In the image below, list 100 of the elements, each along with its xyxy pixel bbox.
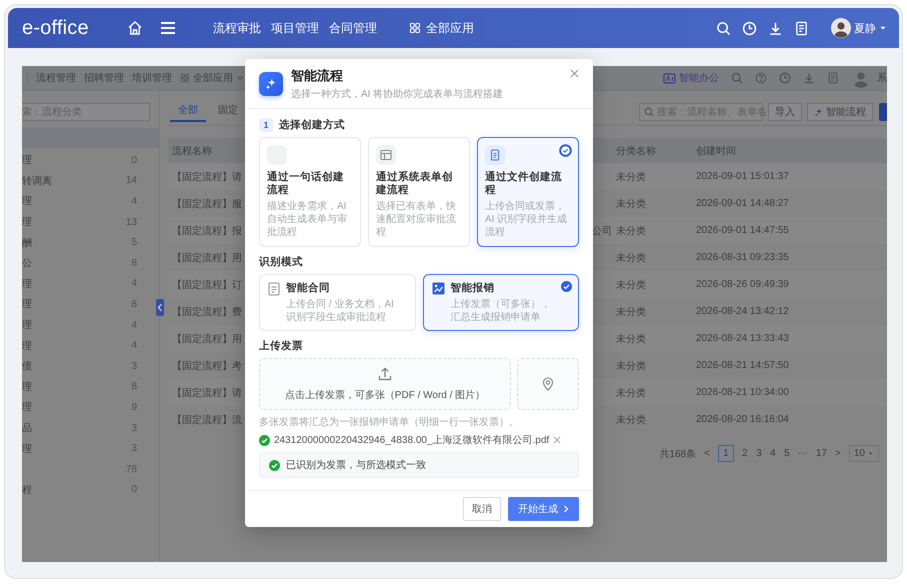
table-cell: 2026-08-20 16:16:04 xyxy=(696,414,789,425)
nav-item[interactable]: 项目管理 xyxy=(270,20,319,36)
caret-icon[interactable] xyxy=(879,24,887,32)
tab[interactable]: 固定 xyxy=(210,102,246,122)
upload-area[interactable]: 点击上传发票，可多张（PDF / Word / 图片） xyxy=(259,358,511,410)
column-header: 分类名称 xyxy=(616,146,656,156)
nav-item[interactable]: 招聘管理 xyxy=(84,71,124,85)
caret-icon xyxy=(236,74,244,82)
apps-menu[interactable]: 全部应用 xyxy=(408,20,474,36)
category-name[interactable]: 理 xyxy=(22,278,32,290)
user-name[interactable]: 夏静 xyxy=(854,20,876,36)
table-cell: 2026-08-24 13:33:43 xyxy=(696,333,789,344)
table-cell: 2026-08-26 09:49:39 xyxy=(696,279,789,290)
upload-icon xyxy=(378,366,392,381)
page-number[interactable]: 5 xyxy=(784,448,790,459)
method-card[interactable]: 通过系统表单创建流程 选择已有表单，快速配置对应审批流程 xyxy=(368,137,470,248)
cancel-button[interactable]: 取消 xyxy=(463,497,501,522)
table-cell: 未分类 xyxy=(616,172,646,182)
upload-note: 多张发票将汇总为一张报销申请单（明细一行一张发票）。 xyxy=(259,416,520,430)
category-name[interactable]: 理 xyxy=(22,382,32,393)
file-name: 24312000000220432946_4838.00_上海泛微软件有限公司.pdf xyxy=(274,434,550,448)
table-cell: 公司 xyxy=(592,226,612,236)
tab[interactable]: 全部 xyxy=(170,102,206,122)
table-cell: 【固定流程】报 xyxy=(172,226,242,236)
category-name[interactable]: 程 xyxy=(22,484,32,496)
menu-icon[interactable] xyxy=(160,22,175,34)
nav-item[interactable]: 流程管理 xyxy=(36,71,76,85)
selected-icon xyxy=(559,144,572,157)
page-number[interactable]: 1 xyxy=(718,445,734,462)
category-name[interactable]: 公 xyxy=(22,258,32,270)
category-name[interactable]: 酬 xyxy=(22,238,32,249)
category-name[interactable]: 理 xyxy=(22,444,32,455)
category-name[interactable]: 债 xyxy=(22,361,32,372)
apps-menu[interactable]: 全部应用 xyxy=(180,71,244,85)
category-name[interactable]: 理 xyxy=(22,320,32,332)
grid-icon xyxy=(408,22,421,34)
page-number[interactable]: 2 xyxy=(742,448,748,459)
table-cell: 【固定流程】请 xyxy=(172,388,242,398)
document-icon xyxy=(485,145,505,165)
start-button[interactable]: 开始生成 xyxy=(508,497,579,522)
page-size-select[interactable]: 10 xyxy=(848,445,879,462)
logo: e-office xyxy=(22,16,89,40)
method-card[interactable]: 通过文件创建流程 上传合同或发票，AI 识别字段并生成流程 xyxy=(477,137,579,248)
page-number[interactable]: 17 xyxy=(816,448,828,459)
table-cell: 未分类 xyxy=(616,226,646,236)
table-cell: 2026-09-01 14:47:55 xyxy=(696,225,789,236)
page-number[interactable]: ··· xyxy=(798,448,808,459)
category-name[interactable]: 理 xyxy=(22,402,32,414)
table-cell: 【固定流程】订 xyxy=(172,280,242,290)
category-name[interactable]: 理 xyxy=(22,196,32,208)
help-icon[interactable] xyxy=(755,72,767,84)
table-icon xyxy=(376,145,396,165)
table-cell: 未分类 xyxy=(616,306,646,318)
table-cell: 未分类 xyxy=(616,198,646,210)
page-number[interactable]: 3 xyxy=(756,448,762,459)
table-cell: 未分类 xyxy=(616,334,646,344)
nav-item[interactable]: 流程审批 xyxy=(212,20,261,36)
sparkle-icon xyxy=(259,72,283,96)
category-name[interactable]: 理 xyxy=(22,217,32,228)
success-icon xyxy=(269,460,280,471)
user-name[interactable]: 系 xyxy=(877,71,887,85)
table-cell: 2026-08-21 14:57:50 xyxy=(696,360,789,371)
collapse-handle[interactable] xyxy=(156,299,164,316)
document-icon xyxy=(268,282,280,296)
table-cell: 【固定流程】流 xyxy=(172,414,242,426)
remove-icon[interactable] xyxy=(553,436,562,444)
category-name[interactable]: 理 xyxy=(22,299,32,310)
table-cell: 【固定流程】用 xyxy=(172,252,242,264)
table-cell: 【固定流程】考 xyxy=(172,360,242,372)
pin-icon xyxy=(542,377,554,392)
table-cell: 未分类 xyxy=(616,414,646,426)
smart-flow-button[interactable]: 智能流程 xyxy=(807,103,873,121)
search-icon xyxy=(644,107,654,117)
document-icon[interactable] xyxy=(794,20,809,36)
close-icon[interactable] xyxy=(570,69,579,78)
page-number[interactable]: 4 xyxy=(770,448,776,459)
table-cell: 未分类 xyxy=(616,388,646,398)
avatar[interactable] xyxy=(831,18,851,38)
total-count: 共168条 xyxy=(659,448,696,460)
method-card[interactable]: 通过一句话创建流程 描述业务需求，AI 自动生成表单与审批流程 xyxy=(259,137,361,248)
dialog-title: 智能流程 xyxy=(291,67,344,85)
table-cell: 【固定流程】用 xyxy=(172,334,242,344)
prev-page[interactable]: < xyxy=(704,448,710,459)
category-name[interactable]: 品 xyxy=(22,423,32,434)
category-name[interactable]: 转调离 xyxy=(22,176,52,187)
sparkle-icon xyxy=(814,108,823,116)
mode-card[interactable]: 智能合同 上传合同 / 业务文档，AI 识别字段生成审批流程 xyxy=(259,274,416,332)
category-name[interactable]: 理 xyxy=(22,155,32,166)
mode-card[interactable]: 智能报销 上传发票（可多张），汇总生成报销申请单 xyxy=(422,274,579,332)
category-name[interactable]: 理 xyxy=(22,340,32,352)
table-cell: 2026-09-01 15:01:37 xyxy=(696,171,789,182)
chevron-icon xyxy=(563,505,569,514)
nav-item[interactable]: 培训管理 xyxy=(132,71,172,85)
caret-icon xyxy=(867,450,874,457)
nav-item[interactable]: 合同管理 xyxy=(328,20,377,36)
home-icon[interactable] xyxy=(126,20,143,36)
smart-office-link[interactable]: 智能办公 xyxy=(663,71,719,85)
search-icon[interactable] xyxy=(716,20,731,36)
next-page[interactable]: > xyxy=(835,448,841,459)
import-button[interactable]: 导入 xyxy=(768,103,802,121)
